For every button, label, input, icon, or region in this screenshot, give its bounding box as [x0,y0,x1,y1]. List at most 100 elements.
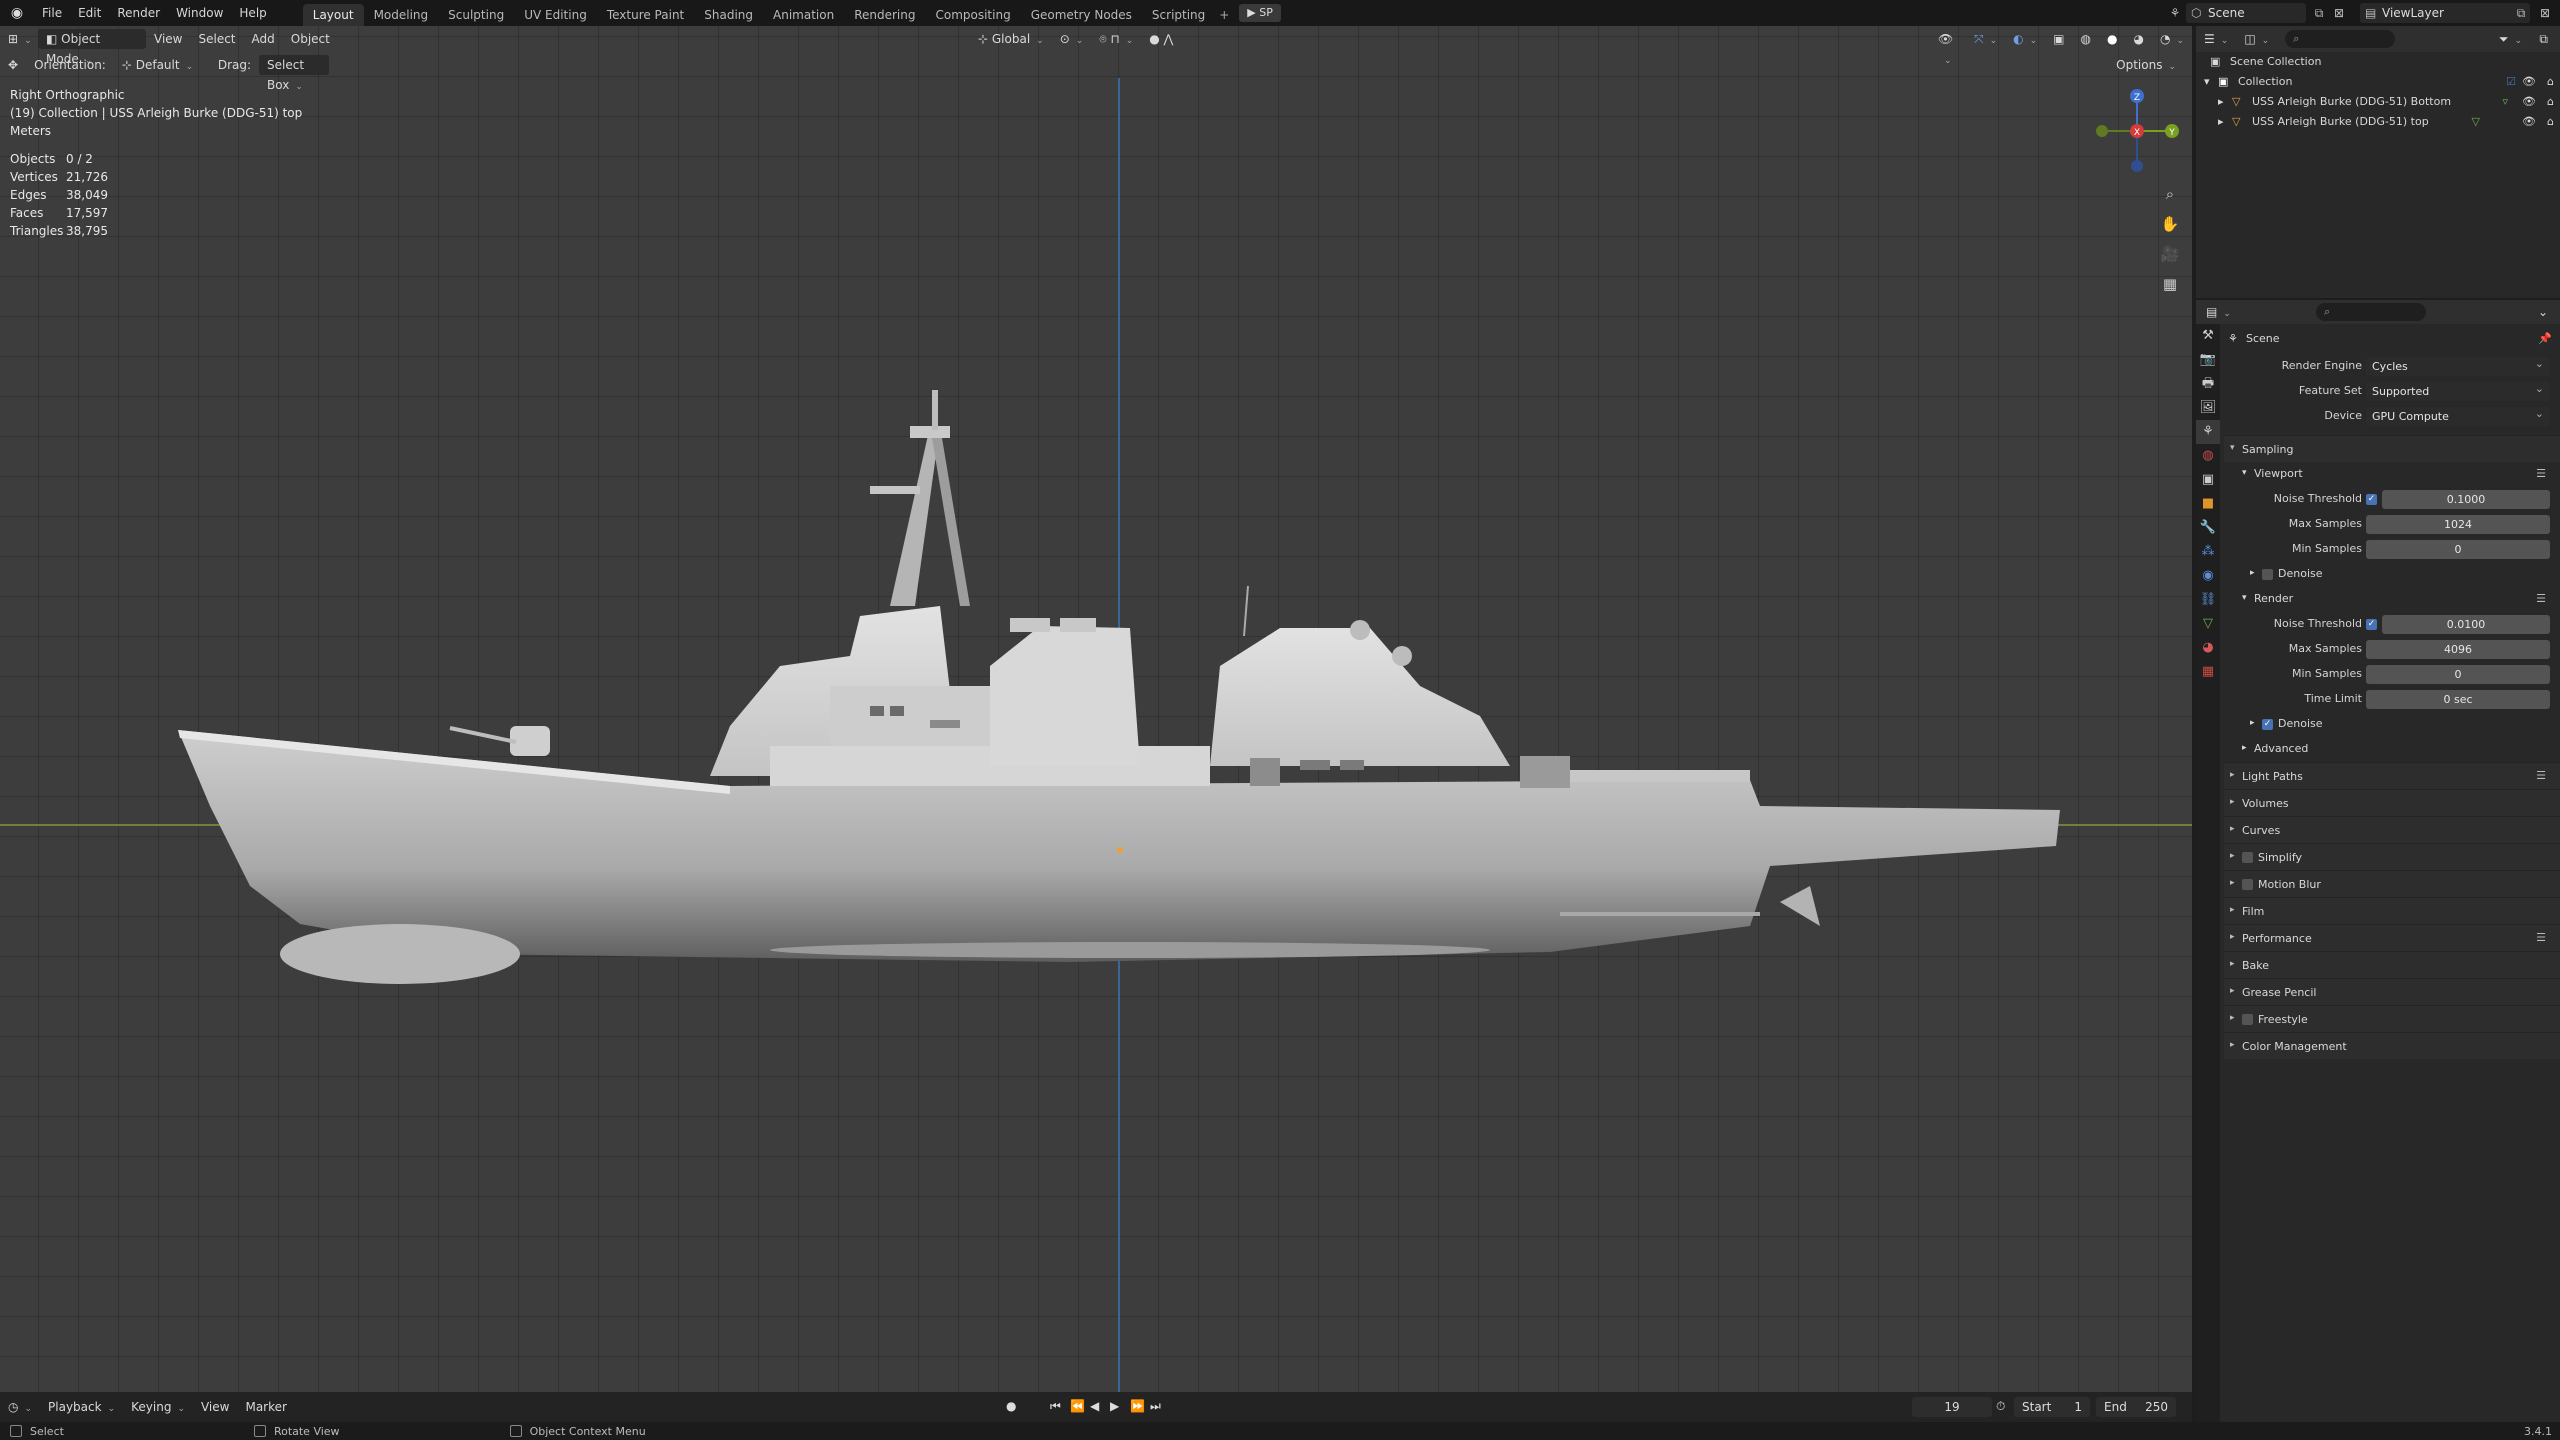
properties-editor-icon[interactable]: ▤ ⌄ [2198,302,2239,322]
zoom-icon[interactable]: ⌕ [2158,182,2182,206]
section-freestyle[interactable]: ▸ Freestyle [2224,1005,2560,1032]
section-curves[interactable]: ▸ Curves [2224,816,2560,843]
gizmo-toggle-icon[interactable]: ⤧ ⌄ [1966,29,2005,49]
options-dropdown[interactable]: Options ⌄ [2108,55,2184,75]
new-scene-icon[interactable]: ⧉ [2310,4,2328,22]
shading-material-icon[interactable]: ◕ [2125,29,2151,49]
subsection-advanced[interactable]: ▸ Advanced [2224,737,2560,762]
expand-arrow-icon[interactable]: ▸ [2218,92,2224,112]
start-frame-field[interactable]: Start 1 [2014,1397,2090,1417]
collection-tab-icon[interactable]: ▣ [2196,468,2220,492]
viewport-min-samples-field[interactable]: 0 [2366,540,2550,559]
constraints-tab-icon[interactable]: ⛓ [2196,588,2220,612]
subsection-viewport[interactable]: ▾ Viewport ☰ [2224,462,2560,487]
subsection-viewport-denoise[interactable]: ▸ Denoise [2224,562,2560,587]
orientation-dropdown[interactable]: ⊹ Default ⌄ [114,55,210,75]
preset-menu-icon[interactable]: ☰ [2536,467,2546,480]
noise-threshold-checkbox[interactable]: ✓ [2366,494,2377,505]
section-light-paths[interactable]: ▸ Light Paths ☰ [2224,762,2560,789]
scene-type-icon[interactable]: ⚘ [2166,4,2184,22]
modifier-tab-icon[interactable]: 🔧 [2196,516,2220,540]
noise-threshold-checkbox[interactable]: ✓ [2366,619,2377,630]
move-tool-icon[interactable]: ✥ [0,55,26,75]
tab-modeling[interactable]: Modeling [364,4,439,26]
particles-tab-icon[interactable]: ⁂ [2196,540,2220,564]
preset-menu-icon[interactable]: ☰ [2536,592,2546,605]
shading-rendered-icon[interactable]: ◔ ⌄ [2152,29,2192,49]
visibility-icon[interactable]: 👁⌄ [1930,29,1966,66]
section-film[interactable]: ▸ Film [2224,897,2560,924]
tab-uv-editing[interactable]: UV Editing [514,4,597,26]
end-frame-field[interactable]: End 250 [2096,1397,2176,1417]
denoise-checkbox[interactable] [2262,569,2273,580]
scene-selector[interactable]: ⬡ Scene [2186,3,2306,23]
transform-orientation-dropdown[interactable]: ⊹ Global ⌄ [970,29,1052,49]
section-volumes[interactable]: ▸ Volumes [2224,789,2560,816]
outliner-editor-icon[interactable]: ☰ ⌄ [2196,29,2236,49]
menu-help[interactable]: Help [231,0,274,26]
checkbox-icon[interactable]: ☑ [2506,72,2516,92]
section-sampling[interactable]: ▾ Sampling [2224,435,2560,462]
jump-end-icon[interactable]: ⏭ [1150,1399,1161,1414]
current-frame-field[interactable]: 19 [1912,1397,1992,1417]
motion-blur-checkbox[interactable] [2242,879,2253,890]
time-limit-field[interactable]: 0 sec [2366,690,2550,709]
next-keyframe-icon[interactable]: ⏩ [1130,1399,1145,1413]
view-layer-tab-icon[interactable]: 🖼 [2196,396,2220,420]
gizmo-neg-y-axis[interactable] [2096,125,2108,137]
properties-search-input[interactable]: ⌕ [2316,303,2426,321]
properties-options-icon[interactable]: ⌄ [2530,302,2556,322]
render-engine-dropdown[interactable]: Cycles [2366,354,2550,376]
denoise-checkbox[interactable]: ✓ [2262,719,2273,730]
camera-icon[interactable]: ⌂ [2547,112,2554,132]
record-button[interactable]: ● [1006,1399,1016,1413]
tab-rendering[interactable]: Rendering [844,4,925,26]
section-bake[interactable]: ▸ Bake [2224,951,2560,978]
render-min-samples-field[interactable]: 0 [2366,665,2550,684]
scene-tab-icon[interactable]: ⚘ [2196,420,2220,444]
timeline-keying-menu[interactable]: Keying ⌄ [123,1397,193,1417]
section-performance[interactable]: ▸ Performance ☰ [2224,924,2560,951]
overlay-toggle-icon[interactable]: ◐ ⌄ [2005,29,2045,49]
world-tab-icon[interactable]: ◍ [2196,444,2220,468]
camera-icon[interactable]: 🎥 [2158,242,2182,266]
outliner-row-scene-collection[interactable]: ▣ Scene Collection [2196,52,2560,72]
shading-wireframe-icon[interactable]: ◍ [2073,29,2099,49]
camera-icon[interactable]: ⌂ [2547,72,2554,92]
outliner-row-object-top[interactable]: ▸ ▽ USS Arleigh Burke (DDG-51) top ▽ 👁 ⌂ [2196,112,2560,132]
tab-animation[interactable]: Animation [763,4,844,26]
feature-set-dropdown[interactable]: Supported [2366,379,2550,401]
jump-start-icon[interactable]: ⏮ [1050,1399,1061,1414]
tab-geometry-nodes[interactable]: Geometry Nodes [1021,4,1142,26]
menu-edit[interactable]: Edit [70,0,109,26]
delete-scene-icon[interactable]: ⊠ [2330,4,2348,22]
pivot-icon[interactable]: ⊙ ⌄ [1052,29,1092,49]
eye-icon[interactable]: 👁 [2522,112,2536,132]
viewport-max-samples-field[interactable]: 1024 [2366,515,2550,534]
preset-menu-icon[interactable]: ☰ [2536,931,2546,944]
tab-compositing[interactable]: Compositing [925,4,1020,26]
new-view-layer-icon[interactable]: ⧉ [2512,4,2530,22]
preset-menu-icon[interactable]: ☰ [2536,769,2546,782]
render-tab-icon[interactable]: 📷 [2196,348,2220,372]
eye-icon[interactable]: 👁 [2522,72,2536,92]
gizmo-neg-z-axis[interactable] [2131,160,2143,172]
mode-dropdown[interactable]: ◧ Object Mode ⌄ [38,29,146,66]
add-workspace-button[interactable]: + [1215,4,1233,26]
section-motion-blur[interactable]: ▸ Motion Blur [2224,870,2560,897]
pan-hand-icon[interactable]: ✋ [2158,212,2182,236]
texture-tab-icon[interactable]: ▦ [2196,660,2220,684]
view-layer-selector[interactable]: ▤ ViewLayer [2360,3,2530,23]
3d-viewport[interactable]: ⊞ ⌄ ◧ Object Mode ⌄ View Select Add Object… [0,26,2192,1392]
physics-tab-icon[interactable]: ◉ [2196,564,2220,588]
play-icon[interactable]: ▶ [1110,1399,1119,1413]
delete-view-layer-icon[interactable]: ⊠ [2536,4,2554,22]
outliner-search-input[interactable]: ⌕ [2285,30,2396,48]
pin-icon[interactable]: 📌 [2538,332,2552,345]
section-simplify[interactable]: ▸ Simplify [2224,843,2560,870]
play-reverse-icon[interactable]: ◀ [1090,1399,1099,1413]
menu-add[interactable]: Add [244,29,283,49]
expand-arrow-icon[interactable]: ▸ [2218,112,2224,132]
shading-solid-icon[interactable]: ● [2099,29,2125,49]
tab-shading[interactable]: Shading [694,4,763,26]
